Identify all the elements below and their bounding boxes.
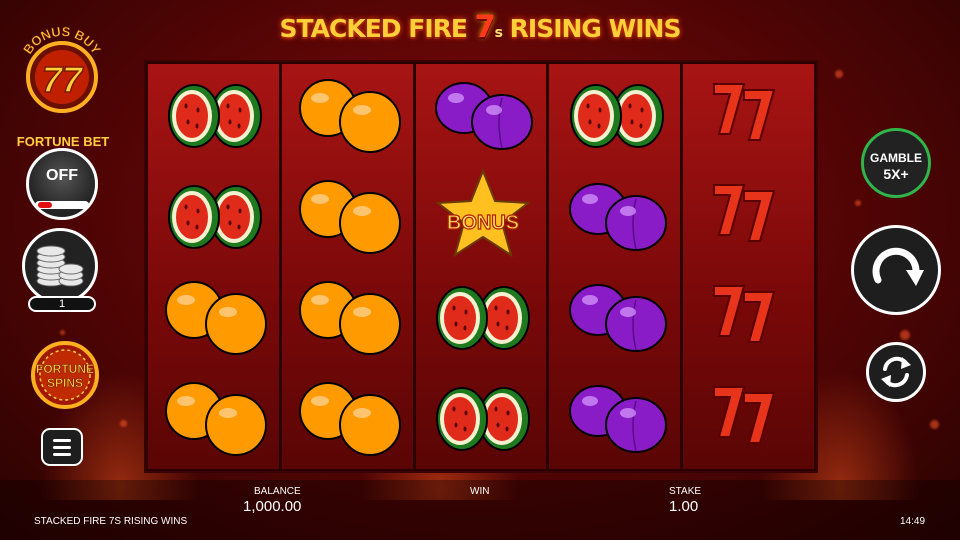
- seven-icon: [712, 83, 775, 141]
- gamble-multiplier: 5X+: [883, 166, 909, 182]
- seven-icon: [712, 285, 775, 343]
- orange-icon: [299, 281, 402, 355]
- plum-symbol: [549, 266, 680, 366]
- watermelon-icon: [435, 286, 530, 350]
- orange-icon: [165, 382, 268, 456]
- bonus-star-symbol: BONUS: [416, 165, 547, 265]
- fortune-bet-label: FORTUNE BET: [16, 134, 110, 149]
- ember: [930, 420, 939, 429]
- spin-arrow-icon: [872, 247, 924, 286]
- orange-symbol: [282, 266, 413, 366]
- seven-symbol: [683, 64, 814, 164]
- reel-2: [281, 64, 413, 469]
- seven-icon: [712, 386, 775, 444]
- orange-icon: [299, 79, 402, 153]
- watermelon-symbol: [549, 64, 680, 164]
- spin-button[interactable]: [851, 225, 941, 315]
- reel-1: [148, 64, 279, 469]
- coins-stack-icon: [36, 245, 84, 287]
- fortune-spins-label-1: FORTUNE: [36, 362, 94, 376]
- bonus-buy-icon: BONUS BUY 77: [20, 24, 104, 113]
- balance-label: BALANCE: [254, 486, 301, 497]
- seven-icon: [712, 184, 775, 242]
- orange-symbol: [282, 165, 413, 265]
- orange-icon: [299, 382, 402, 456]
- plum-symbol: [549, 165, 680, 265]
- seven-symbol: [683, 266, 814, 366]
- reel-grid: BONUS: [144, 60, 818, 473]
- game-stage: STACKED FIRE 7s RISING WINS BONUS BONUS …: [0, 0, 960, 540]
- ember: [900, 330, 910, 340]
- title-part: RISING WINS: [509, 14, 682, 43]
- orange-icon: [299, 180, 402, 254]
- fortune-spins-icon: FORTUNE SPINS: [31, 341, 99, 409]
- menu-button[interactable]: [41, 428, 83, 466]
- game-title: STACKED FIRE 7s RISING WINS: [240, 10, 720, 50]
- ember: [60, 330, 65, 335]
- fortune-spins-label-2: SPINS: [47, 376, 83, 390]
- watermelon-icon: [435, 387, 530, 451]
- orange-icon: [165, 281, 268, 355]
- ember: [835, 70, 843, 78]
- orange-symbol: [282, 64, 413, 164]
- plum-icon: [568, 385, 667, 453]
- seven-symbol: [683, 165, 814, 265]
- seven-symbol: [683, 367, 814, 467]
- orange-symbol: [148, 367, 279, 467]
- plum-icon: [434, 82, 533, 150]
- stake-value: 1.00: [669, 498, 699, 515]
- win-label: WIN: [470, 486, 490, 497]
- ember: [855, 200, 861, 206]
- plum-icon: [568, 183, 667, 251]
- plum-icon: [568, 284, 667, 352]
- bonus-buy-symbol: 77: [42, 59, 84, 100]
- plum-symbol: [416, 64, 547, 164]
- watermelon-symbol: [416, 266, 547, 366]
- gamble-button[interactable]: GAMBLE 5X+: [861, 128, 931, 198]
- plum-symbol: [549, 367, 680, 467]
- reel-4: [549, 64, 681, 469]
- orange-symbol: [282, 367, 413, 467]
- fortune-bet-switch: [35, 201, 89, 209]
- reel-5: [683, 64, 814, 469]
- bottom-bar: BALANCE 1,000.00 WIN STAKE 1.00 STACKED …: [0, 480, 960, 540]
- title-s: s: [494, 25, 503, 41]
- clock: 14:49: [900, 516, 926, 527]
- orange-symbol: [148, 266, 279, 366]
- autoplay-icon: [881, 356, 911, 388]
- reel-3: BONUS: [415, 64, 547, 469]
- watermelon-icon: [168, 84, 263, 148]
- coin-value-button[interactable]: [22, 228, 98, 304]
- coin-value-display: 1: [28, 296, 96, 312]
- fortune-bet-indicator: [38, 202, 52, 208]
- stake-label: STAKE: [669, 486, 702, 497]
- autoplay-button[interactable]: [866, 342, 926, 402]
- bonus-star-icon: BONUS: [435, 168, 531, 258]
- watermelon-symbol: [148, 165, 279, 265]
- watermelon-icon: [569, 84, 664, 148]
- bonus-symbol-label: BONUS: [447, 212, 519, 234]
- balance-value: 1,000.00: [243, 498, 302, 515]
- fortune-spins-button[interactable]: FORTUNE SPINS: [30, 340, 100, 410]
- fortune-bet-state: OFF: [46, 167, 78, 184]
- game-name: STACKED FIRE 7S RISING WINS: [34, 516, 188, 527]
- title-seven: 7: [474, 10, 496, 45]
- watermelon-symbol: [148, 64, 279, 164]
- title-part: STACKED FIRE: [279, 14, 468, 43]
- fortune-bet-toggle[interactable]: OFF: [26, 148, 98, 220]
- bonus-buy-button[interactable]: BONUS BUY 77: [12, 22, 112, 122]
- watermelon-icon: [168, 185, 263, 249]
- gamble-label: GAMBLE: [870, 151, 922, 165]
- watermelon-symbol: [416, 367, 547, 467]
